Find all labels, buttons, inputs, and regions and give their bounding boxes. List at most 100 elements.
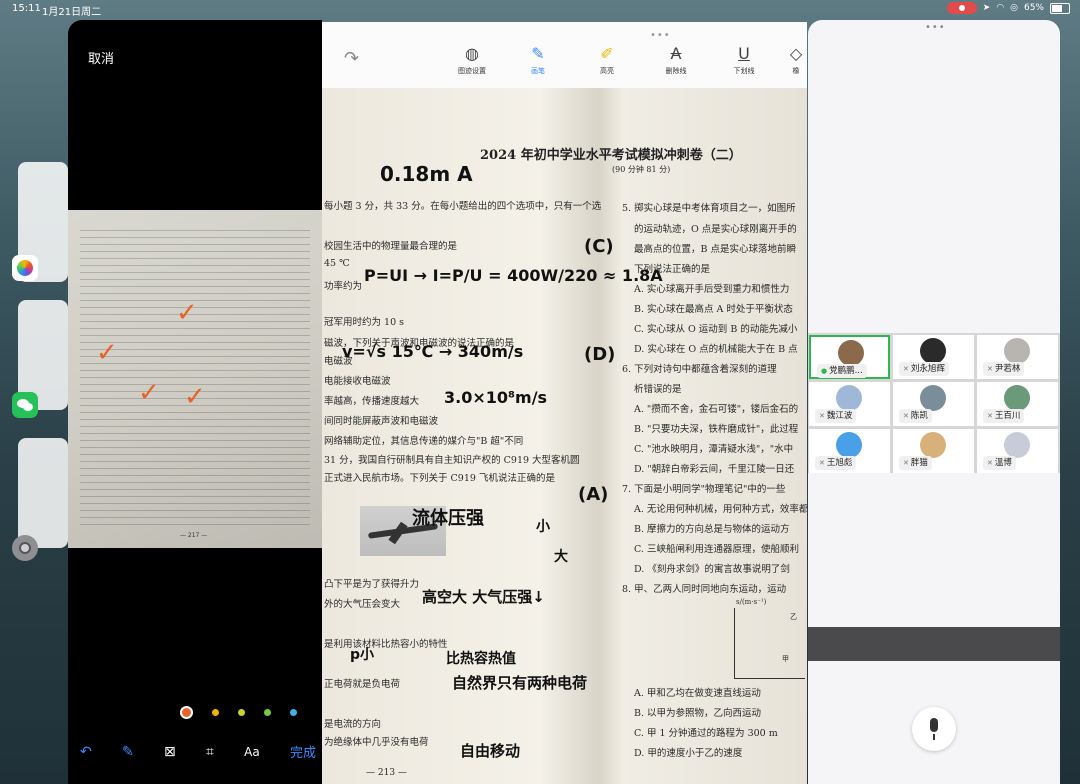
participant-name: 溫博 — [994, 458, 1012, 468]
participant-name: 党鹏鹏... — [829, 366, 863, 376]
wechat-app-icon[interactable] — [12, 392, 38, 418]
window-grabber[interactable]: ••• — [650, 30, 671, 41]
text-tool-button[interactable]: Aa — [244, 745, 260, 759]
mosaic-icon[interactable]: ⊠ — [164, 744, 176, 760]
question-line: 为绝缘体中几乎没有电荷 — [324, 737, 429, 748]
color-swatch-green[interactable] — [264, 709, 271, 716]
color-swatch-lime[interactable] — [238, 709, 245, 716]
question-line: B. "只要功夫深，铁杵磨成针"，此过程 — [634, 424, 799, 435]
participant-name-tag: ✕ 刘永旭辉 — [899, 362, 949, 376]
participant-tile[interactable]: ✕ 陈凯 — [893, 382, 974, 426]
participant-name-tag: ✕ 溫博 — [983, 456, 1016, 470]
avatar — [1004, 385, 1030, 411]
mic-muted-icon: ✕ — [987, 365, 993, 373]
question-line: 率越高，传播速度越大 — [324, 396, 420, 407]
color-swatch-yellow[interactable] — [212, 709, 219, 716]
tool-underline[interactable]: U 下划线 — [722, 44, 766, 76]
question-line: 功率约为 — [324, 281, 363, 292]
tool-strikethrough[interactable]: A 删除线 — [654, 44, 698, 76]
photo-page-number: — 217 — — [180, 532, 208, 539]
markup-photo[interactable]: ✓ ✓ ✓ ✓ — 217 — — [68, 210, 322, 548]
question-line: 析错误的是 — [634, 384, 682, 395]
exam-title: 2024 年初中学业水平考试模拟冲刺卷（二） — [480, 148, 742, 163]
participant-name: 陈凯 — [910, 411, 928, 421]
color-swatch-blue[interactable] — [290, 709, 297, 716]
photo-check-mark: ✓ — [176, 298, 198, 328]
participant-name: 胖猫 — [910, 458, 928, 468]
participant-name-tag: ✕ 魏江波 — [815, 409, 857, 423]
avatar — [920, 432, 946, 458]
graph-y-label: s/(m·s⁻¹) — [736, 598, 767, 606]
handwriting-note: 自由移动 — [460, 742, 521, 760]
tool-eraser[interactable]: ◇ 橡 — [784, 44, 807, 76]
participant-tile[interactable]: ✕ 魏江波 — [809, 382, 890, 426]
tool-highlighter[interactable]: ✐ 高亮 — [585, 44, 629, 76]
app-card-peek-3[interactable] — [18, 438, 68, 548]
redo-icon[interactable]: ↷ — [344, 48, 359, 69]
window-grabber[interactable]: ••• — [925, 22, 946, 33]
screen-record-icon[interactable] — [946, 2, 977, 14]
avatar — [836, 385, 862, 411]
question-line: A. 甲和乙均在做变速直线运动 — [634, 688, 761, 699]
participant-name-tag: ✕ 王百川 — [983, 409, 1025, 423]
mic-muted-icon: ✕ — [819, 412, 825, 420]
question-line: C. 甲 1 分钟通过的路程为 300 m — [634, 728, 778, 739]
location-icon: ➤ — [982, 3, 991, 13]
battery-percent: 65% — [1023, 3, 1044, 13]
color-swatch-orange[interactable] — [180, 706, 193, 719]
photo-text-lines — [80, 230, 310, 530]
wifi-icon: ◠ — [996, 3, 1005, 13]
tool-label: 画笔 — [531, 67, 545, 75]
participant-tile[interactable]: ● 党鹏鹏... — [809, 335, 890, 379]
participant-name: 刘永旭辉 — [910, 364, 945, 374]
question-line: 电能接收电磁波 — [324, 376, 391, 387]
tool-label: 下划线 — [733, 67, 755, 75]
settings-app-icon[interactable] — [12, 535, 38, 561]
tool-pen[interactable]: ✎ 画笔 — [516, 44, 560, 76]
cancel-button[interactable]: 取消 — [88, 48, 114, 67]
question-line: 外的大气压会变大 — [324, 599, 401, 610]
photo-check-mark: ✓ — [138, 378, 160, 408]
question-line: 正式进入民航市场。下列关于 C919 飞机说法正确的是 — [324, 473, 555, 484]
photo-check-mark: ✓ — [184, 382, 206, 412]
question-line: 31 分，我国自行研制具有自主知识产权的 C919 大型客机圆 — [324, 455, 580, 466]
crop-icon[interactable]: ⌗ — [206, 744, 214, 760]
document-viewer: ••• ↷ ◍ 图迹设置 ✎ 画笔 ✐ 高亮 A 删除线 U 下划线 ◇ 橡 2… — [322, 22, 807, 784]
question-line: 6. 下列对诗句中都蕴含着深刻的道理 — [622, 364, 777, 375]
exam-paper-page[interactable]: 2024 年初中学业水平考试模拟冲刺卷（二） (90 分钟 81 分) 每小题 … — [322, 88, 807, 784]
question-line: D. 《刻舟求剑》的寓言故事说明了剑 — [634, 564, 790, 575]
participant-tile[interactable]: ✕ 王百川 — [977, 382, 1058, 426]
pen-icon[interactable]: ✎ — [122, 744, 134, 760]
mic-icon: ● — [821, 367, 828, 375]
graph-line-label: 甲 — [782, 655, 789, 663]
mic-muted-icon: ✕ — [819, 459, 825, 467]
handwriting-note: 小 — [536, 519, 550, 535]
question-line: A. "攒而不舍，金石可镂"，镂后金石的 — [634, 404, 799, 415]
question-line: 凸下平是为了获得升力 — [324, 579, 420, 590]
battery-icon — [1050, 2, 1070, 14]
microphone-button[interactable] — [912, 707, 956, 751]
done-button[interactable]: 完成 — [290, 742, 316, 761]
participant-name: 王百川 — [994, 411, 1021, 421]
question-line: 正电荷就是负电荷 — [324, 679, 401, 690]
question-line: D. 实心球在 O 点的机械能大于在 B 点 — [634, 344, 798, 355]
photos-app-icon[interactable] — [12, 255, 38, 281]
question-line: 是电流的方向 — [324, 719, 382, 730]
participant-tile[interactable]: ✕ 溫博 — [977, 429, 1058, 473]
participant-name-tag: ✕ 王旭彪 — [815, 456, 857, 470]
undo-icon[interactable]: ↶ — [80, 744, 92, 760]
tool-label: 图迹设置 — [458, 67, 486, 75]
handwriting-note: 大 — [554, 549, 568, 565]
participant-tile[interactable]: ✕ 刘永旭辉 — [893, 335, 974, 379]
exam-subtitle: (90 分钟 81 分) — [612, 165, 671, 174]
participant-tile[interactable]: ✕ 尹若林 — [977, 335, 1058, 379]
handwriting-note: (D) — [584, 344, 616, 365]
tool-ink-settings[interactable]: ◍ 图迹设置 — [450, 44, 494, 76]
question-line: 冠军用时约为 10 s — [324, 317, 405, 328]
participant-tile[interactable]: ✕ 胖猫 — [893, 429, 974, 473]
strikethrough-icon: A — [670, 44, 682, 63]
participant-name-tag: ✕ 胖猫 — [899, 456, 932, 470]
participant-tile[interactable]: ✕ 王旭彪 — [809, 429, 890, 473]
question-line: 网络辅助定位，其信息传递的媒介与"B 超"不同 — [324, 436, 524, 447]
question-line: 校园生活中的物理量最合理的是 — [324, 241, 458, 252]
